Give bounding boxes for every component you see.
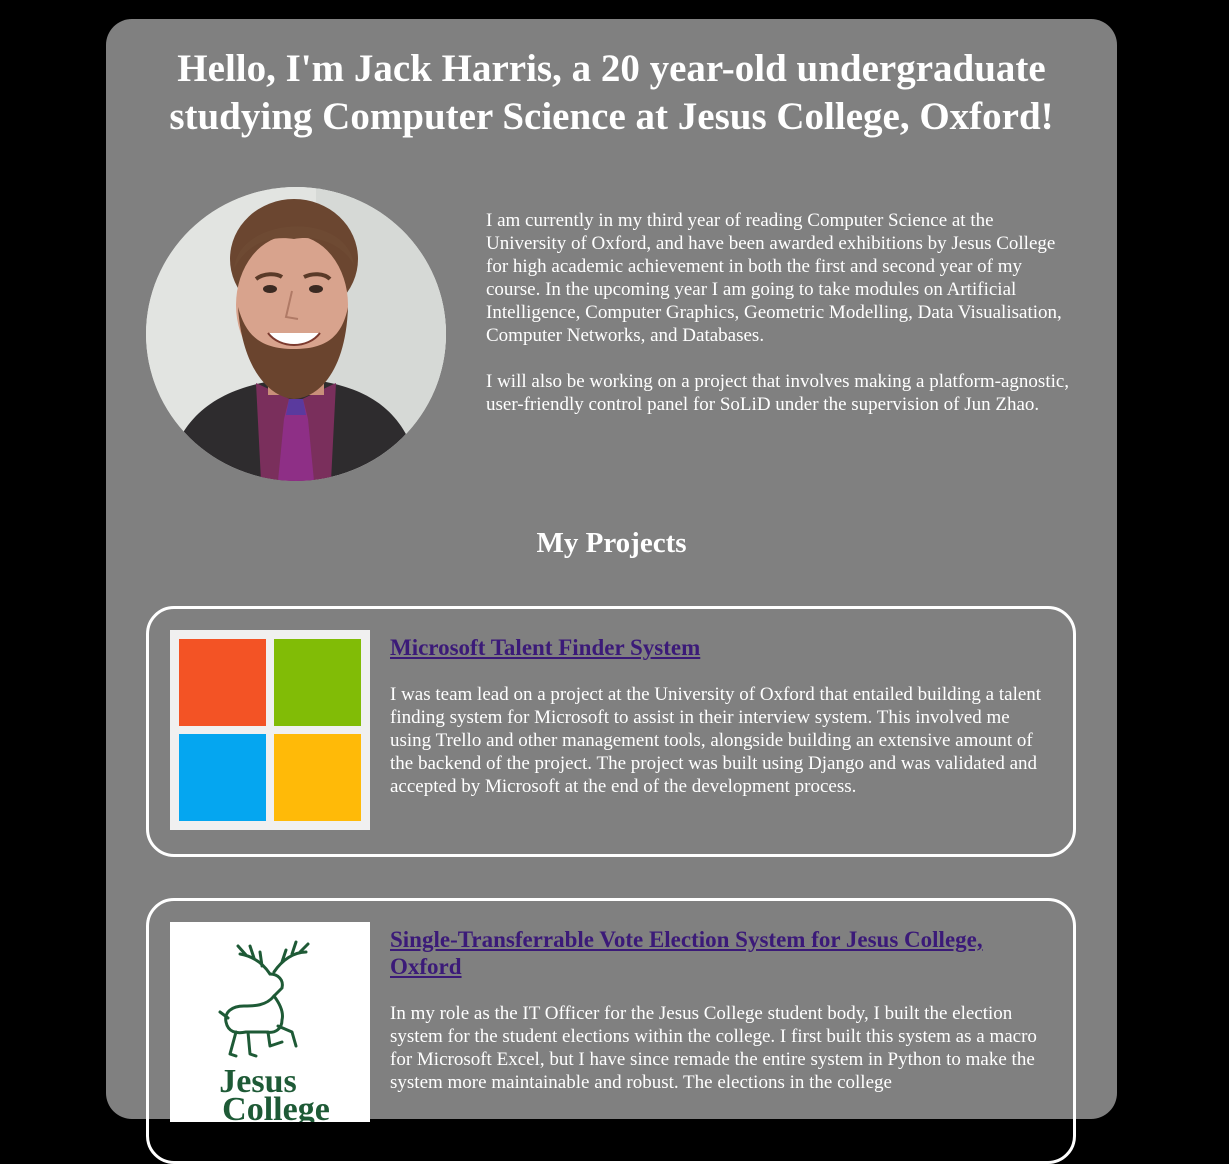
profile-photo [146,187,446,481]
project-description: I was team lead on a project at the Univ… [390,684,1042,797]
project-description: In my role as the IT Officer for the Jes… [390,1003,1037,1093]
main-panel: Hello, I'm Jack Harris, a 20 year-old un… [106,19,1117,1164]
intro-text: I am currently in my third year of readi… [486,209,1076,439]
jesus-college-logo-text-2: College [222,1091,330,1122]
project-title-link[interactable]: Single-Transferrable Vote Election Syste… [390,926,1050,980]
intro-paragraph-2: I will also be working on a project that… [486,371,1070,415]
project-card-body: Single-Transferrable Vote Election Syste… [390,926,1050,1094]
project-card-body: Microsoft Talent Finder System I was tea… [390,634,1050,798]
profile-photo-illustration [146,187,446,481]
projects-heading: My Projects [536,527,687,559]
project-card: Jesus College Single-Transferrable Vote … [146,898,1076,1164]
microsoft-logo-icon [170,630,370,830]
jesus-college-logo-icon: Jesus College [170,922,370,1122]
project-title-link[interactable]: Microsoft Talent Finder System [390,634,1050,661]
page-title: Hello, I'm Jack Harris, a 20 year-old un… [169,47,1054,138]
project-card: Microsoft Talent Finder System I was tea… [146,606,1076,857]
intro-paragraph-1: I am currently in my third year of readi… [486,210,1062,346]
